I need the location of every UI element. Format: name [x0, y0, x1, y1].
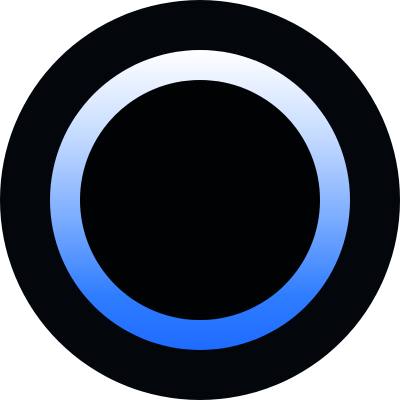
- cortana-ring-icon[interactable]: [0, 0, 400, 400]
- icon-canvas: [0, 0, 400, 400]
- ring-center: [80, 80, 320, 320]
